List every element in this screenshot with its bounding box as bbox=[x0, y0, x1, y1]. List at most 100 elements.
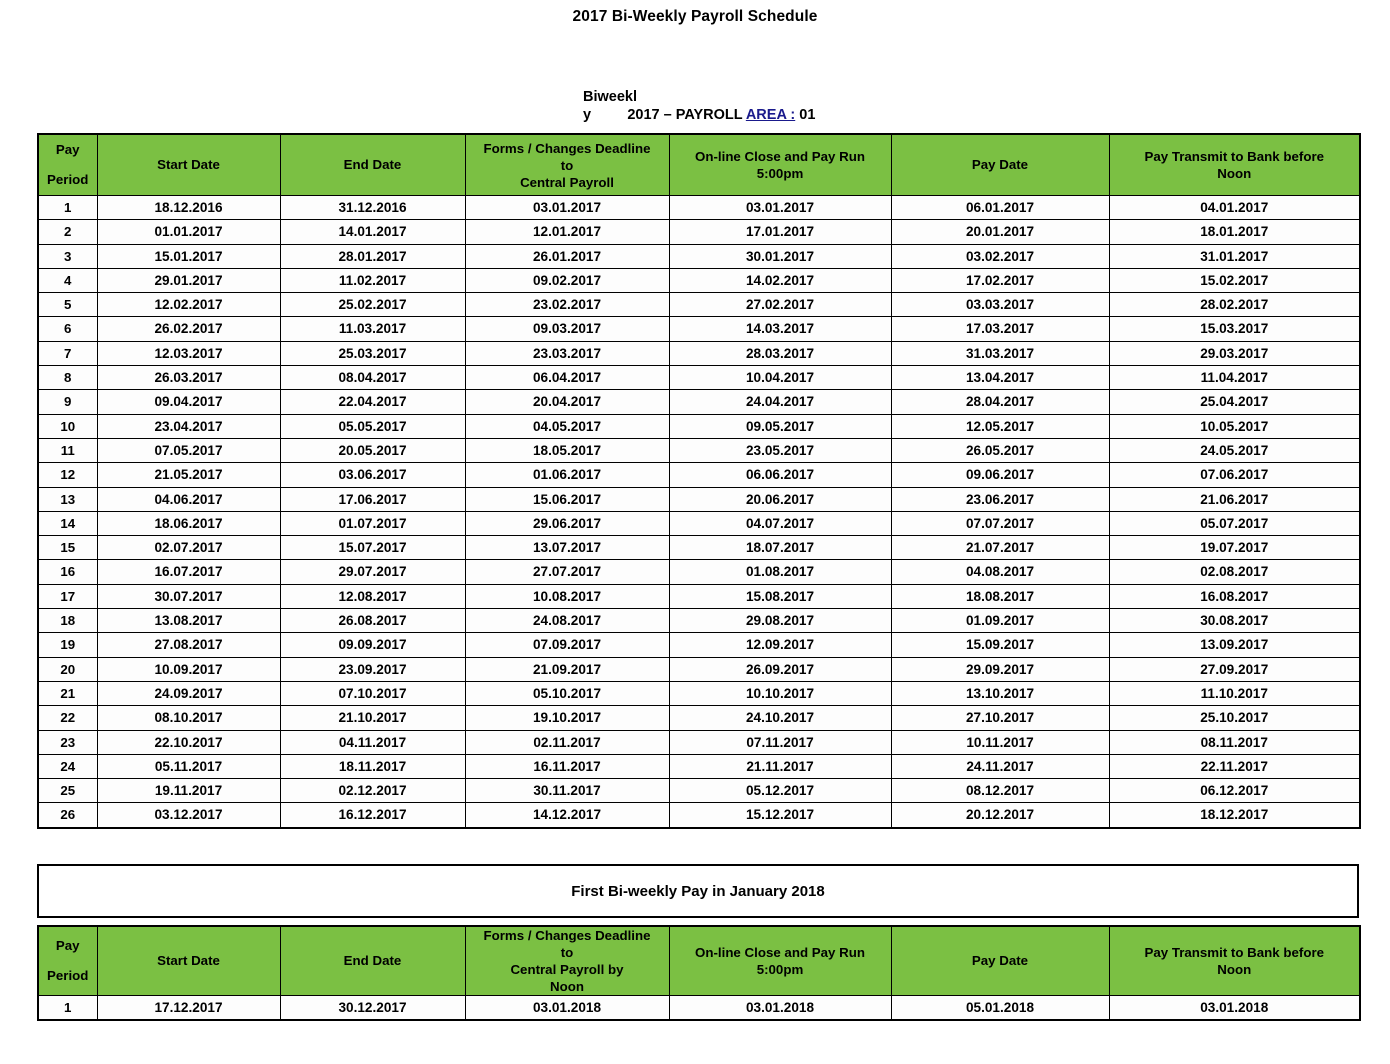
cell-online-close: 09.05.2017 bbox=[668, 413, 892, 439]
cell-start-date: 04.06.2017 bbox=[96, 486, 281, 512]
cell-end-date: 12.08.2017 bbox=[279, 583, 466, 610]
cell-pay-date: 01.09.2017 bbox=[890, 608, 1110, 634]
cell-start-date: 17.12.2017 bbox=[96, 995, 281, 1021]
cell-pay-date: 15.09.2017 bbox=[890, 632, 1110, 658]
pay-period-line-1: Pay bbox=[55, 938, 80, 953]
column-header-start-date: Start Date bbox=[96, 133, 281, 196]
table-row: 18 13.08.2017 26.08.2017 24.08.2017 29.08.20… bbox=[37, 608, 1361, 634]
cell-pay-date: 10.11.2017 bbox=[890, 729, 1110, 755]
payroll-area-subheading: Biweekl y 2017 – PAYROLL AREA : 01 bbox=[583, 88, 1103, 124]
bank-line-1: Pay Transmit to Bank before bbox=[1144, 149, 1325, 164]
pay-period-line-2: Period bbox=[47, 968, 89, 983]
table-row: 26 03.12.2017 16.12.2017 14.12.2017 15.12.20… bbox=[37, 802, 1361, 829]
forms-line-3: Central Payroll by bbox=[510, 962, 624, 977]
cell-forms-deadline: 29.06.2017 bbox=[464, 510, 670, 537]
column-header-online-close: On-line Close and Pay Run 5:00pm bbox=[668, 925, 892, 996]
cell-forms-deadline: 18.05.2017 bbox=[464, 437, 670, 464]
cell-bank-transmit: 15.02.2017 bbox=[1108, 267, 1361, 294]
cell-online-close: 01.08.2017 bbox=[668, 559, 892, 585]
cell-bank-transmit: 30.08.2017 bbox=[1108, 608, 1361, 634]
cell-start-date: 26.03.2017 bbox=[96, 365, 281, 391]
cell-forms-deadline: 09.03.2017 bbox=[464, 316, 670, 342]
cell-forms-deadline: 30.11.2017 bbox=[464, 778, 670, 804]
cell-online-close: 04.07.2017 bbox=[668, 510, 892, 537]
cell-end-date: 02.12.2017 bbox=[279, 778, 466, 804]
cell-pay-date: 24.11.2017 bbox=[890, 753, 1110, 780]
cell-start-date: 07.05.2017 bbox=[96, 437, 281, 464]
cell-start-date: 27.08.2017 bbox=[96, 632, 281, 658]
cell-forms-deadline: 09.02.2017 bbox=[464, 267, 670, 294]
cell-pay-date: 08.12.2017 bbox=[890, 778, 1110, 804]
column-header-start-date: Start Date bbox=[96, 925, 281, 996]
cell-pay-date: 03.03.2017 bbox=[890, 292, 1110, 318]
cell-pay-period: 16 bbox=[37, 559, 98, 585]
cell-pay-date: 17.02.2017 bbox=[890, 267, 1110, 294]
cell-pay-period: 1 bbox=[37, 995, 98, 1021]
cell-online-close: 30.01.2017 bbox=[668, 243, 892, 269]
table-row: 25 19.11.2017 02.12.2017 30.11.2017 05.12.20… bbox=[37, 778, 1361, 804]
cell-bank-transmit: 18.01.2017 bbox=[1108, 219, 1361, 245]
cell-pay-period: 2 bbox=[37, 219, 98, 245]
cell-pay-date: 17.03.2017 bbox=[890, 316, 1110, 342]
column-header-bank-transmit: Pay Transmit to Bank before Noon bbox=[1108, 925, 1361, 996]
cell-pay-period: 1 bbox=[37, 194, 98, 221]
cell-forms-deadline: 13.07.2017 bbox=[464, 535, 670, 561]
cell-end-date: 01.07.2017 bbox=[279, 510, 466, 537]
cell-pay-date: 28.04.2017 bbox=[890, 389, 1110, 415]
cell-bank-transmit: 24.05.2017 bbox=[1108, 437, 1361, 464]
cell-online-close: 10.04.2017 bbox=[668, 365, 892, 391]
cell-forms-deadline: 10.08.2017 bbox=[464, 583, 670, 610]
cell-end-date: 15.07.2017 bbox=[279, 535, 466, 561]
cell-pay-period: 21 bbox=[37, 680, 98, 707]
table-row: 11 07.05.2017 20.05.2017 18.05.2017 23.05.20… bbox=[37, 437, 1361, 464]
cell-bank-transmit: 25.04.2017 bbox=[1108, 389, 1361, 415]
cell-online-close: 26.09.2017 bbox=[668, 656, 892, 682]
cell-pay-period: 13 bbox=[37, 486, 98, 512]
column-header-bank-transmit: Pay Transmit to Bank before Noon bbox=[1108, 133, 1361, 196]
forms-line-3: Central Payroll bbox=[520, 174, 614, 190]
cell-forms-deadline: 16.11.2017 bbox=[464, 753, 670, 780]
cell-pay-period: 7 bbox=[37, 340, 98, 367]
cell-pay-date: 27.10.2017 bbox=[890, 705, 1110, 731]
cell-pay-date: 29.09.2017 bbox=[890, 656, 1110, 682]
table-row: 21 24.09.2017 07.10.2017 05.10.2017 10.10.20… bbox=[37, 680, 1361, 707]
cell-start-date: 22.10.2017 bbox=[96, 729, 281, 755]
cell-start-date: 05.11.2017 bbox=[96, 753, 281, 780]
cell-end-date: 17.06.2017 bbox=[279, 486, 466, 512]
table-row: 10 23.04.2017 05.05.2017 04.05.2017 09.05.20… bbox=[37, 413, 1361, 439]
cell-online-close: 03.01.2017 bbox=[668, 194, 892, 221]
cell-end-date: 18.11.2017 bbox=[279, 753, 466, 780]
cell-bank-transmit: 19.07.2017 bbox=[1108, 535, 1361, 561]
cell-pay-date: 13.04.2017 bbox=[890, 365, 1110, 391]
cell-start-date: 08.10.2017 bbox=[96, 705, 281, 731]
forms-line-2: to bbox=[560, 945, 574, 960]
cell-forms-deadline: 27.07.2017 bbox=[464, 559, 670, 585]
subheading-area-number: 01 bbox=[795, 107, 816, 123]
cell-end-date: 29.07.2017 bbox=[279, 559, 466, 585]
cell-forms-deadline: 14.12.2017 bbox=[464, 802, 670, 829]
table-row: 6 26.02.2017 11.03.2017 09.03.2017 14.03.201… bbox=[37, 316, 1361, 342]
cell-start-date: 30.07.2017 bbox=[96, 583, 281, 610]
cell-bank-transmit: 06.12.2017 bbox=[1108, 778, 1361, 804]
cell-online-close: 06.06.2017 bbox=[668, 462, 892, 488]
table-row: 20 10.09.2017 23.09.2017 21.09.2017 26.09.20… bbox=[37, 656, 1361, 682]
cell-forms-deadline: 24.08.2017 bbox=[464, 608, 670, 634]
column-header-pay-period: Pay Period bbox=[37, 925, 98, 996]
cell-end-date: 20.05.2017 bbox=[279, 437, 466, 464]
banner-label: First Bi-weekly Pay in January 2018 bbox=[571, 882, 825, 900]
table-row: 17 30.07.2017 12.08.2017 10.08.2017 15.08.20… bbox=[37, 583, 1361, 610]
cell-bank-transmit: 29.03.2017 bbox=[1108, 340, 1361, 367]
cell-end-date: 31.12.2016 bbox=[279, 194, 466, 221]
cell-end-date: 08.04.2017 bbox=[279, 365, 466, 391]
online-line-2: 5:00pm bbox=[756, 962, 804, 977]
area-link[interactable]: AREA : bbox=[746, 107, 795, 123]
table-row: 8 26.03.2017 08.04.2017 06.04.2017 10.04.201… bbox=[37, 365, 1361, 391]
column-header-pay-date: Pay Date bbox=[890, 925, 1110, 996]
cell-bank-transmit: 02.08.2017 bbox=[1108, 559, 1361, 585]
cell-online-close: 21.11.2017 bbox=[668, 753, 892, 780]
forms-line-1: Forms / Changes Deadline bbox=[483, 928, 651, 943]
payroll-schedule-table-2018: Pay Period Start Date End Date Forms / C… bbox=[37, 925, 1361, 1022]
cell-start-date: 23.04.2017 bbox=[96, 413, 281, 439]
forms-line-2: to bbox=[560, 157, 574, 173]
cell-pay-period: 4 bbox=[37, 267, 98, 294]
